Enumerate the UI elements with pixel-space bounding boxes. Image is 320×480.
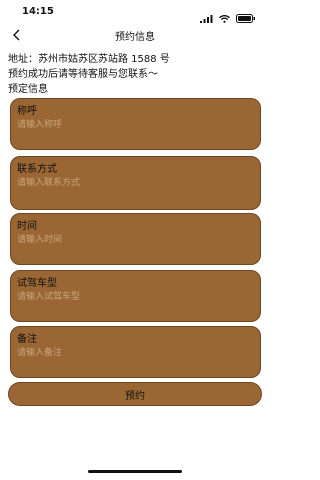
status-time: 14:15 xyxy=(22,6,54,17)
info-block: 地址：苏州市姑苏区苏站路 1588 号 预约成功后请等待客服与您联系～ 预定信息 xyxy=(8,52,170,97)
name-field-card: 称呼 xyxy=(10,98,261,150)
contact-field-label: 联系方式 xyxy=(17,164,57,175)
car-model-field-card: 试驾车型 xyxy=(10,270,261,322)
name-field-label: 称呼 xyxy=(17,106,37,117)
page-title: 预约信息 xyxy=(115,32,155,43)
section-title: 预定信息 xyxy=(8,84,48,95)
time-field-card: 时间 xyxy=(10,213,261,265)
nav-bar: 预约信息 xyxy=(0,24,270,46)
time-field-label: 时间 xyxy=(17,221,37,232)
contact-input[interactable] xyxy=(17,176,237,190)
submit-button[interactable]: 预约 xyxy=(8,382,262,406)
address-text: 地址：苏州市姑苏区苏站路 1588 号 xyxy=(8,54,170,65)
name-input[interactable] xyxy=(17,118,237,132)
remark-field-card: 备注 xyxy=(10,326,261,378)
remark-input[interactable] xyxy=(17,346,237,360)
car-model-field-label: 试驾车型 xyxy=(17,278,57,289)
notice-text: 预约成功后请等待客服与您联系～ xyxy=(8,69,158,80)
remark-field-label: 备注 xyxy=(17,334,37,345)
contact-field-card: 联系方式 xyxy=(10,156,261,210)
car-model-input[interactable] xyxy=(17,290,237,304)
status-bar: 14:15 xyxy=(0,0,270,24)
home-indicator xyxy=(88,470,182,473)
time-input[interactable] xyxy=(17,233,237,247)
